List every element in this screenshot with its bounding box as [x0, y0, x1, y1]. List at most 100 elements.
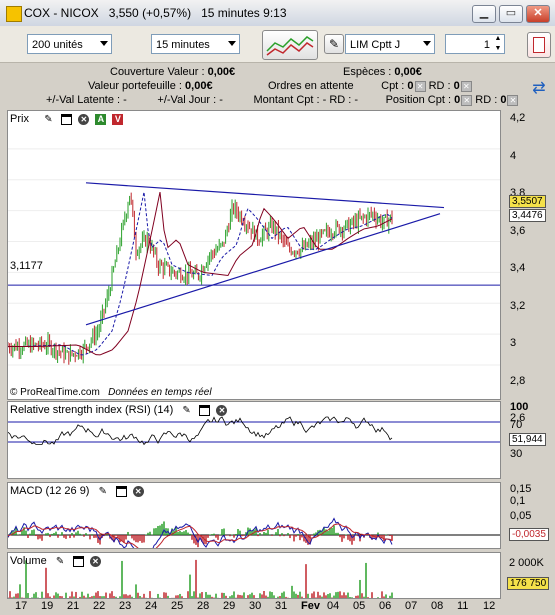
val-jour-label: +/-Val Jour :: [157, 94, 217, 106]
time-tick: 23: [119, 600, 132, 612]
price-tick: 3,2: [510, 299, 526, 312]
wrench-icon[interactable]: ✎: [56, 556, 67, 567]
price-panel: Prix ✎ ✕ A V 3,1177 © ProRealTime.com Do…: [7, 110, 501, 400]
time-tick: 04: [327, 600, 340, 612]
pending-orders: Ordres en attente Cpt : 0 ✕ RD : 0 ✕: [268, 80, 472, 92]
realtime-label: Données en temps réel: [108, 387, 212, 398]
close-icon[interactable]: ✕: [78, 113, 90, 125]
maximize-button[interactable]: ▭: [499, 5, 523, 23]
last-price: 3,550: [108, 6, 139, 20]
rsi-line: [8, 416, 393, 446]
montant-cpt: Cpt : -: [296, 94, 327, 106]
close-button[interactable]: ✕: [526, 5, 550, 23]
time-tick: 06: [379, 600, 392, 612]
rsi-tick-30: 30: [510, 448, 523, 460]
last-price-tag: 3,5507: [509, 195, 546, 208]
time-tick: 25: [171, 600, 184, 612]
account-info-row-2: Valeur portefeuille : 0,00€: [88, 80, 213, 92]
toolbar: 200 unités 15 minutes ✎ LIM Cptt J 1 ▲ ▼: [0, 26, 555, 63]
quantity-select[interactable]: 200 unités: [27, 34, 112, 54]
ma-price-tag: 3,4476: [509, 209, 546, 222]
window-icon[interactable]: [72, 555, 84, 567]
resistance-trendline: [85, 182, 445, 209]
especes-value: 0,00€: [394, 66, 422, 78]
rsi-axis: 100 70 51,944 30: [504, 401, 555, 479]
time-axis: 17 19 21 22 23 24 25 28 29 30 31 Fev 04 05 06 07 08 11 12: [7, 600, 501, 615]
buy-icon[interactable]: A: [95, 113, 107, 125]
minimize-button[interactable]: ▁: [472, 5, 496, 23]
macd-tick-0-15: 0,15: [510, 483, 532, 495]
trade-ticket-button[interactable]: [527, 32, 551, 58]
window-icon[interactable]: [61, 113, 73, 125]
wrench-icon[interactable]: ✎: [182, 405, 193, 416]
order-type-select[interactable]: LIM Cptt J: [345, 34, 435, 54]
clock: 9:13: [263, 6, 287, 20]
window-icon[interactable]: [199, 404, 211, 416]
wrench-icon[interactable]: ✎: [324, 34, 344, 54]
price-tick: 4,2: [510, 112, 526, 124]
chevron-down-icon: [100, 41, 108, 46]
time-tick: 08: [431, 600, 444, 612]
macd-panel: MACD (12 26 9) ✎ ✕: [7, 482, 501, 549]
arrows-icon[interactable]: ⇄: [528, 78, 550, 100]
rsi-value-tag: 51,944: [509, 433, 546, 446]
account-info-row-3: +/-Val Latente : - +/-Val Jour : - Monta…: [46, 94, 519, 106]
rsi-panel-header: Relative strength index (RSI) (14) ✎ ✕: [10, 404, 228, 416]
clear-icon[interactable]: ✕: [414, 80, 426, 92]
couverture-value: 0,00€: [207, 66, 236, 78]
clear-icon[interactable]: ✕: [461, 94, 473, 106]
time-tick: 24: [145, 600, 158, 612]
macd-axis: 0,15 0,1 0,05 -0,0035: [504, 482, 555, 549]
time-tick: 29: [223, 600, 236, 612]
ordres-rd-label: RD :: [428, 80, 451, 92]
title-bar: COX - NICOX 3,550 (+0,57%) 15 minutes 9:…: [0, 0, 555, 27]
account-info-row-1: Couverture Valeur : 0,00€: [110, 66, 235, 78]
montant-label: Montant: [253, 94, 294, 106]
watermark: © ProRealTime.com Données en temps réel: [10, 387, 212, 398]
app-icon: [6, 6, 22, 22]
ordres-rd-value: 0: [453, 80, 460, 92]
order-qty-value: 1: [483, 39, 490, 51]
position-cpt-label: Cpt :: [427, 94, 452, 106]
time-tick: Fev: [301, 600, 320, 612]
time-tick: 17: [15, 600, 28, 612]
chart-type-button[interactable]: [262, 30, 318, 60]
rsi-tick-100: 100: [510, 401, 529, 413]
chevron-down-icon: [423, 41, 431, 46]
close-icon[interactable]: ✕: [132, 485, 144, 497]
position-rd-value: 0: [500, 94, 507, 106]
val-jour-value: -: [219, 94, 223, 106]
close-icon[interactable]: ✕: [216, 404, 228, 416]
order-type-value: LIM Cptt J: [350, 39, 401, 51]
clear-icon[interactable]: ✕: [507, 94, 519, 106]
support-trendline: [85, 213, 441, 326]
quantity-value: 200 unités: [32, 39, 83, 51]
clear-icon[interactable]: ✕: [460, 80, 472, 92]
ordres-cpt-value: 0: [407, 80, 414, 92]
time-tick: 31: [275, 600, 288, 612]
time-tick: 12: [483, 600, 496, 612]
price-chart: [8, 148, 500, 366]
macd-panel-title: MACD (12 26 9): [10, 485, 90, 497]
wrench-icon[interactable]: ✎: [44, 114, 55, 125]
ma-long-line: [8, 191, 393, 356]
price-tick: 3,6: [510, 224, 526, 237]
position-label: Position: [385, 94, 425, 106]
ordres-cpt-label: Cpt :: [381, 80, 405, 92]
especes-label: Espèces :: [343, 66, 392, 78]
montant-rd: RD : -: [329, 94, 359, 106]
time-tick: 21: [67, 600, 80, 612]
timeframe-select[interactable]: 15 minutes: [151, 34, 240, 54]
qty-stepper[interactable]: ▲ ▼: [492, 34, 504, 54]
volume-panel: Volume ✎ ✕: [7, 552, 501, 599]
window-icon[interactable]: [115, 485, 127, 497]
sell-icon[interactable]: V: [112, 113, 124, 125]
portefeuille-value: 0,00€: [185, 80, 213, 92]
price-panel-header: Prix ✎ ✕ A V: [10, 113, 124, 125]
macd-value-tag: -0,0035: [509, 528, 549, 541]
ordres-label: Ordres en attente: [268, 80, 354, 92]
close-icon[interactable]: ✕: [89, 555, 101, 567]
volume-axis: 2 000K 176 750: [504, 552, 555, 599]
wrench-icon[interactable]: ✎: [99, 486, 110, 497]
instrument-name: COX - NICOX: [24, 6, 99, 20]
